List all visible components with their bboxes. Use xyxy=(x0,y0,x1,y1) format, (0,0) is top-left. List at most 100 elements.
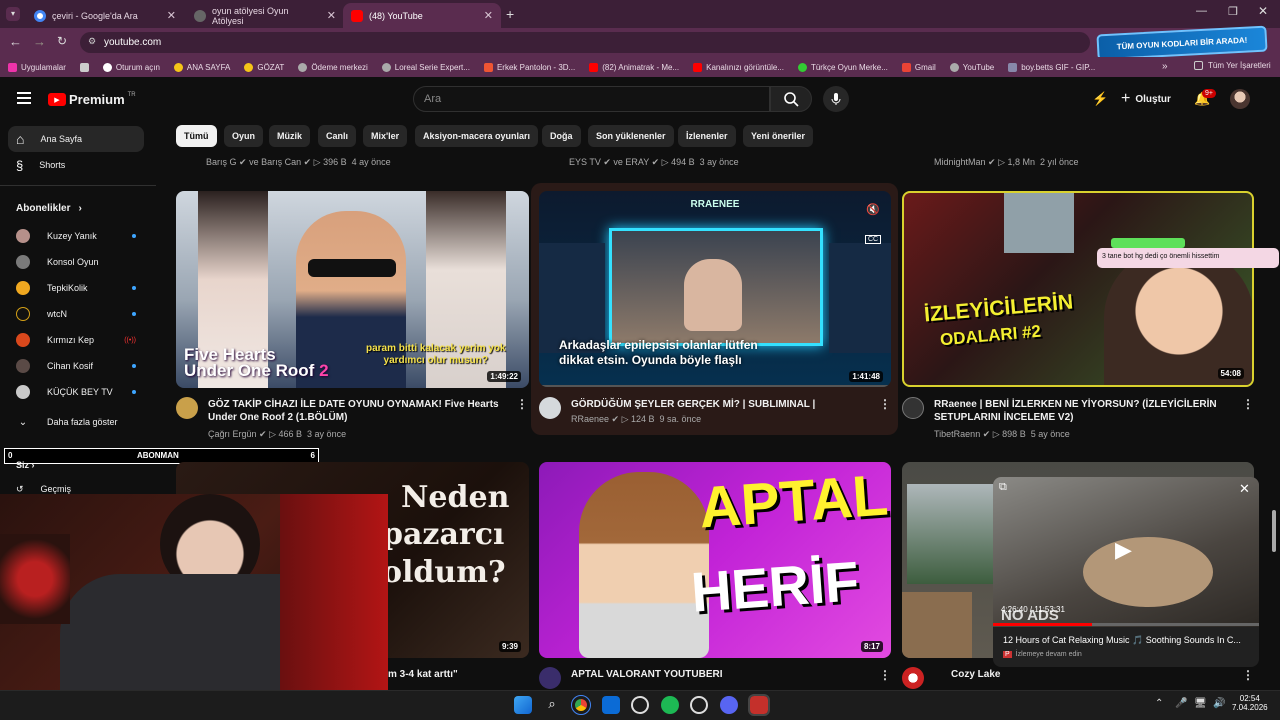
subscriptions-header[interactable]: Abonelikler › xyxy=(16,203,82,214)
network-icon[interactable]: 🖥 xyxy=(1194,698,1207,709)
close-icon[interactable]: ✕ xyxy=(327,9,336,22)
window-close-button[interactable]: ✕ xyxy=(1258,4,1268,18)
more-options-icon[interactable]: ⋮ xyxy=(1242,668,1254,682)
sidebar-item-shorts[interactable]: § Shorts xyxy=(8,152,144,178)
chevron-right-icon[interactable]: » xyxy=(1162,61,1168,72)
channel-avatar[interactable] xyxy=(539,667,561,689)
miniplayer-title[interactable]: 12 Hours of Cat Relaxing Music 🎵 Soothin… xyxy=(1003,635,1253,646)
more-options-icon[interactable]: ⋮ xyxy=(516,397,528,411)
more-options-icon[interactable]: ⋮ xyxy=(1242,397,1254,411)
bookmark-item[interactable]: Kanalınızı görüntüle... xyxy=(693,62,784,72)
close-icon[interactable]: ✕ xyxy=(1239,481,1250,497)
sidebar-item-sub[interactable]: KÜÇÜK BEY TV xyxy=(16,382,136,402)
video-title[interactable]: GÖZ TAKİP CİHAZI İLE DATE OYUNU OYNAMAK!… xyxy=(208,398,518,424)
cast-icon[interactable]: ⚡ xyxy=(1092,91,1108,107)
tab-google-search[interactable]: çeviri - Google'da Ara ✕ xyxy=(26,3,184,28)
channel-name[interactable]: Barış G xyxy=(206,157,237,167)
chip-nature[interactable]: Doğa xyxy=(542,125,581,147)
miniplayer-progress[interactable] xyxy=(993,623,1259,626)
play-icon[interactable]: ▶ xyxy=(1115,537,1132,563)
mic-icon[interactable]: 🎤 xyxy=(1175,698,1187,709)
bookmark-grid[interactable] xyxy=(79,62,89,72)
voice-search-button[interactable] xyxy=(823,86,849,112)
channel-avatar[interactable] xyxy=(539,397,561,419)
bookmark-item[interactable]: YouTube xyxy=(949,62,994,72)
channel-name[interactable]: RRaenee xyxy=(571,414,609,424)
video-thumbnail[interactable]: Five Hearts Under One Roof 2 param bitti … xyxy=(176,191,529,388)
search-input[interactable]: Ara xyxy=(413,86,770,112)
channel-avatar[interactable] xyxy=(902,397,924,419)
bookmark-item[interactable]: Gmail xyxy=(901,62,936,72)
spotify-icon[interactable] xyxy=(661,696,679,714)
video-title[interactable]: APTAL VALORANT YOUTUBERI xyxy=(571,668,722,681)
channel-name[interactable]: EYS TV xyxy=(569,157,601,167)
more-options-icon[interactable]: ⋮ xyxy=(879,397,891,411)
close-icon[interactable]: ✕ xyxy=(167,9,176,22)
chip-games[interactable]: Oyun xyxy=(224,125,264,147)
bookmark-item[interactable]: GÖZAT xyxy=(244,62,284,72)
windows-start-icon[interactable] xyxy=(514,696,532,714)
menu-icon[interactable] xyxy=(17,92,31,104)
create-button[interactable]: + Oluştur xyxy=(1121,90,1171,108)
app-icon[interactable] xyxy=(748,694,770,716)
chip-live[interactable]: Canlı xyxy=(318,125,357,147)
video-thumbnail[interactable]: İZLEYİCİLERİN ODALARI #2 54:08 xyxy=(902,191,1254,387)
new-tab-button[interactable]: + xyxy=(506,6,514,22)
channel-name[interactable]: TibetRaenn xyxy=(934,429,980,439)
app-icon[interactable] xyxy=(602,696,620,714)
site-info-icon[interactable]: ⚙ xyxy=(88,36,96,47)
bookmark-item[interactable]: ANA SAYFA xyxy=(173,62,230,72)
chip-music[interactable]: Müzik xyxy=(269,125,311,147)
back-icon[interactable]: ← xyxy=(9,34,22,49)
tab-youtube[interactable]: (48) YouTube ✕ xyxy=(343,3,501,28)
video-thumbnail[interactable]: APTAL HERİF 8:17 xyxy=(539,462,891,658)
avatar[interactable] xyxy=(1230,89,1250,109)
minimize-button[interactable]: — xyxy=(1196,5,1207,17)
video-title[interactable]: RRaenee | BENİ İZLERKEN NE YİYORSUN? (İZ… xyxy=(934,398,1244,424)
sidebar-item-sub[interactable]: wtcN xyxy=(16,304,136,324)
video-title[interactable]: m 3-4 kat arttı" xyxy=(388,668,458,681)
sidebar-show-more[interactable]: ⌄ Daha fazla göster xyxy=(16,412,136,432)
sidebar-item-sub[interactable]: Kırmızı Kep ((•)) xyxy=(16,330,136,350)
reload-icon[interactable]: ↻ xyxy=(57,34,67,48)
video-title[interactable]: Cozy Lake xyxy=(951,668,1151,681)
app-icon[interactable] xyxy=(631,696,649,714)
bookmark-item[interactable]: boy.betts GIF - GIP... xyxy=(1008,62,1095,72)
youtube-logo[interactable]: ▶ Premium TR xyxy=(48,92,136,107)
volume-icon[interactable]: 🔊 xyxy=(1213,698,1225,709)
bookmark-item[interactable]: Ödeme merkezi xyxy=(298,62,368,72)
sidebar-item-home[interactable]: ⌂ Ana Sayfa xyxy=(8,126,144,152)
search-icon[interactable]: ⌕ xyxy=(543,696,561,714)
chip-action-adventure[interactable]: Aksiyon-macera oyunları xyxy=(415,125,539,147)
close-icon[interactable]: ✕ xyxy=(484,9,493,22)
video-thumbnail[interactable]: RRAENEE 🔇 CC Arkadaşlar epilepsisi olanl… xyxy=(539,191,891,387)
clock[interactable]: 02:54 7.04.2026 xyxy=(1232,694,1268,712)
sidebar-item-sub[interactable]: TepkiKolik xyxy=(16,278,136,298)
sidebar-item-sub[interactable]: Kuzey Yanık xyxy=(16,226,136,246)
mute-icon[interactable]: 🔇 xyxy=(866,203,880,216)
tab-search-button[interactable]: ▾ xyxy=(6,7,20,21)
all-bookmarks[interactable]: Tüm Yer İşaretleri xyxy=(1194,61,1271,70)
sidebar-item-sub[interactable]: Konsol Oyun xyxy=(16,252,136,272)
discord-icon[interactable] xyxy=(720,696,738,714)
channel-name[interactable]: Çağrı Ergün xyxy=(208,429,257,439)
chip-watched[interactable]: İzlenenler xyxy=(678,125,736,147)
tray-chevron-icon[interactable]: ⌃ xyxy=(1155,698,1163,709)
channel-name[interactable]: MidnightMan xyxy=(934,157,986,167)
chip-new-to-you[interactable]: Yeni öneriler xyxy=(743,125,814,147)
bookmark-apps[interactable]: Uygulamalar xyxy=(8,62,66,72)
sidebar-you[interactable]: Siz › xyxy=(16,460,35,470)
bookmark-item[interactable]: Loreal Serie Expert... xyxy=(381,62,470,72)
tab-oyun-atolyesi[interactable]: oyun atölyesi Oyun Atölyesi ✕ xyxy=(186,3,344,28)
chip-mixes[interactable]: Mix'ler xyxy=(363,125,408,147)
scrollbar-thumb[interactable] xyxy=(1272,510,1276,552)
chip-recent[interactable]: Son yüklenenler xyxy=(588,125,674,147)
steam-icon[interactable] xyxy=(690,696,708,714)
forward-icon[interactable]: → xyxy=(33,34,46,49)
bookmark-item[interactable]: Erkek Pantolon - 3D... xyxy=(483,62,575,72)
bookmark-item[interactable]: (82) Animatrak - Me... xyxy=(589,62,679,72)
channel-avatar[interactable] xyxy=(176,397,198,419)
expand-icon[interactable]: ⧉ xyxy=(999,481,1007,494)
bookmark-item[interactable]: Oturum açın xyxy=(102,62,160,72)
channel-avatar[interactable] xyxy=(902,667,924,689)
